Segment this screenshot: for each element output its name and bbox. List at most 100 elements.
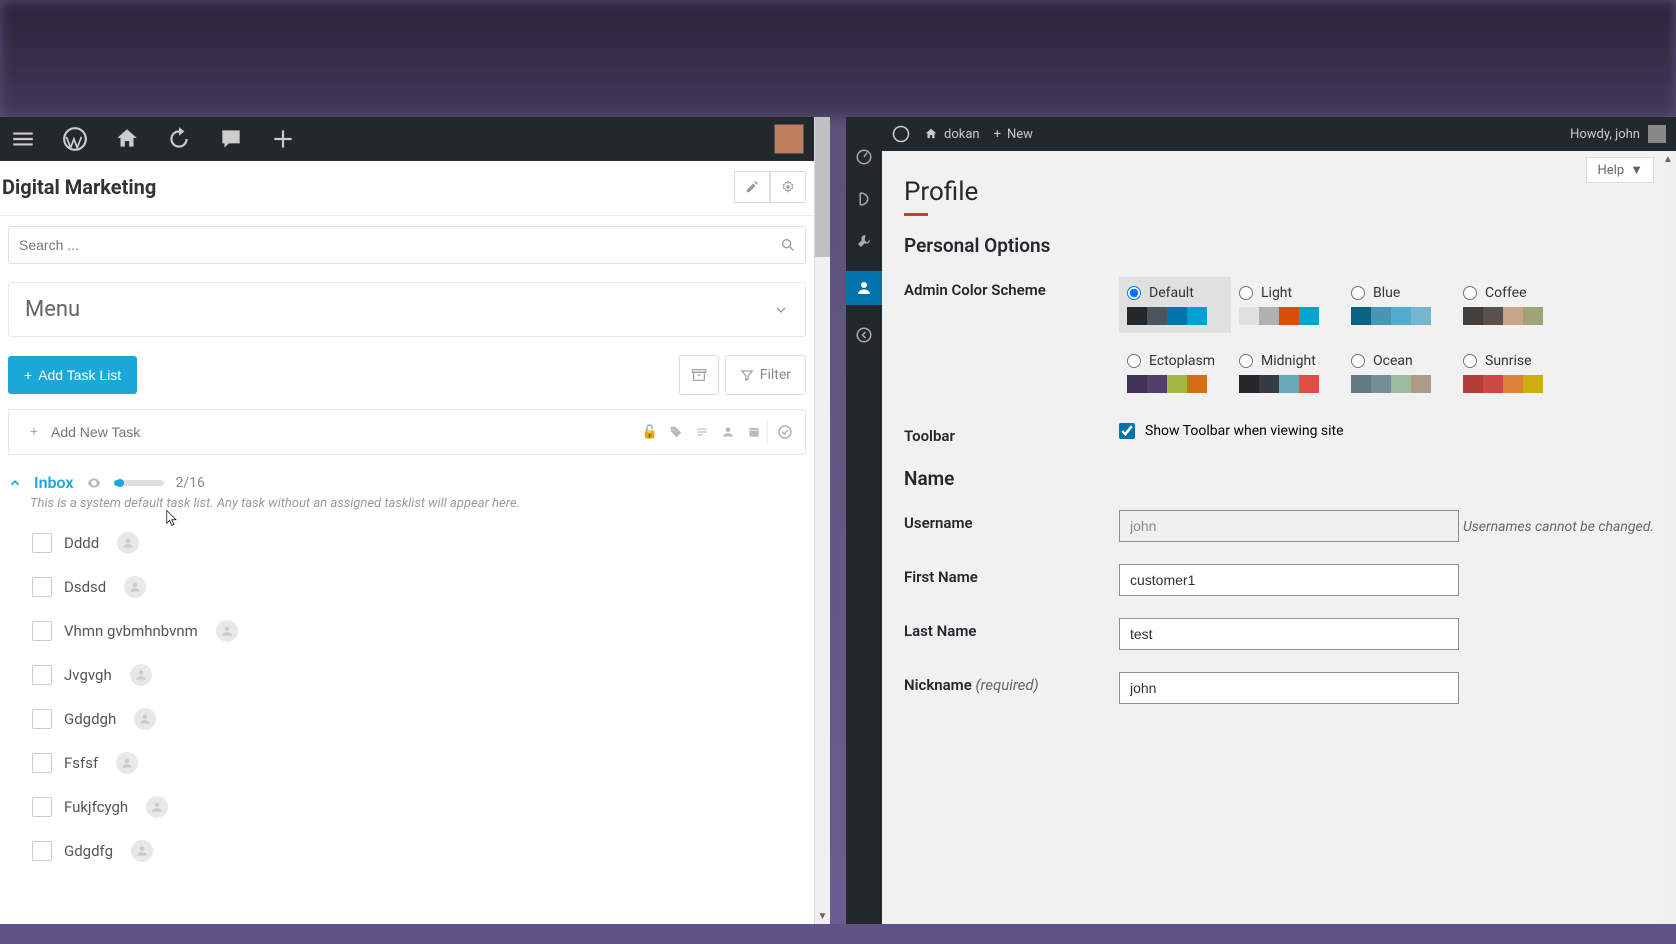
task-avatar-placeholder[interactable] [216,620,238,642]
scrollbar-left[interactable]: ▼ [814,117,830,924]
task-checkbox[interactable] [32,577,52,597]
plus-icon[interactable] [268,124,298,154]
color-scheme-option[interactable]: Coffee [1455,277,1567,333]
collapse-icon[interactable] [852,323,876,347]
task-list: Dddd Dsdsd Vhmn gvbmhnbvnm Jvgvgh Gdgdgh… [30,521,806,873]
task-checkbox[interactable] [32,621,52,641]
task-checkbox[interactable] [32,841,52,861]
text-icon[interactable] [689,419,715,445]
task-checkbox[interactable] [32,753,52,773]
task-checkbox[interactable] [32,533,52,553]
color-scheme-radio[interactable] [1239,286,1253,300]
profile-icon[interactable] [846,271,882,305]
color-scheme-radio[interactable] [1463,354,1477,368]
scrollbar-thumb[interactable] [815,117,830,257]
task-avatar-placeholder[interactable] [124,576,146,598]
first-name-input[interactable] [1119,564,1459,596]
tools-icon[interactable] [852,229,876,253]
label-username: Username [904,510,1119,532]
task-row[interactable]: Dsdsd [30,565,806,609]
home-icon[interactable] [112,124,142,154]
color-scheme-option[interactable]: Midnight [1231,345,1343,401]
menu-icon[interactable] [8,124,38,154]
color-scheme-option[interactable]: Default [1119,277,1231,333]
task-avatar-placeholder[interactable] [131,840,153,862]
comment-icon[interactable] [216,124,246,154]
color-scheme-radio[interactable] [1239,354,1253,368]
site-link[interactable]: dokan [924,127,980,142]
new-task-input[interactable] [47,412,637,452]
task-row[interactable]: Fsfsf [30,741,806,785]
edit-button[interactable] [734,171,770,203]
color-scheme-radio[interactable] [1351,286,1365,300]
task-avatar-placeholder[interactable] [116,752,138,774]
row-toolbar: Toolbar Show Toolbar when viewing site [904,423,1656,445]
task-avatar-placeholder[interactable] [117,532,139,554]
refresh-icon[interactable] [164,124,194,154]
color-scheme-option[interactable]: Ocean [1343,345,1455,401]
task-avatar-placeholder[interactable] [134,708,156,730]
last-name-input[interactable] [1119,618,1459,650]
eye-icon[interactable] [86,475,102,491]
color-scheme-option[interactable]: Ectoplasm [1119,345,1231,401]
help-tab[interactable]: Help ▼ [1586,157,1654,183]
color-scheme-option[interactable]: Light [1231,277,1343,333]
menu-dropdown[interactable]: Menu [8,282,806,337]
inbox-description: This is a system default task list. Any … [30,496,806,511]
dokan-icon[interactable] [852,187,876,211]
project-title: Digital Marketing [0,175,734,199]
filter-label: Filter [760,367,791,383]
wordpress-icon[interactable] [60,124,90,154]
color-scheme-radio[interactable] [1351,354,1365,368]
task-avatar-placeholder[interactable] [130,664,152,686]
color-swatch [1351,375,1431,393]
scrollbar-right[interactable]: ▲ [1660,151,1676,924]
greeting[interactable]: Howdy, john [1570,125,1666,143]
submit-task-icon[interactable] [767,419,801,445]
lock-icon[interactable]: 🔓 [637,419,663,445]
label-nickname: Nickname (required) [904,672,1119,694]
task-checkbox[interactable] [32,665,52,685]
toolbar-checkbox[interactable] [1119,423,1135,439]
wordpress-logo-icon[interactable] [892,125,910,143]
chevron-up-icon[interactable] [8,476,22,490]
color-swatch [1127,307,1207,325]
assignee-icon[interactable] [715,419,741,445]
add-task-list-button[interactable]: + Add Task List [8,356,137,394]
user-avatar[interactable] [774,124,804,154]
nickname-input[interactable] [1119,672,1459,704]
filter-button[interactable]: Filter [725,355,806,395]
settings-button[interactable] [770,171,806,203]
archive-button[interactable] [679,355,719,395]
new-link[interactable]: + New [994,127,1033,142]
wp-admin-bar-left [0,117,830,161]
search-input[interactable] [8,226,806,264]
task-row[interactable]: Vhmn gvbmhnbvnm [30,609,806,653]
task-row[interactable]: Gdgdgh [30,697,806,741]
task-checkbox[interactable] [32,709,52,729]
toolbar: + Add Task List Filter [8,355,806,395]
color-swatch [1239,375,1319,393]
task-row[interactable]: Jvgvgh [30,653,806,697]
task-name: Dsdsd [64,578,106,596]
task-checkbox[interactable] [32,797,52,817]
date-icon[interactable] [741,419,767,445]
dashboard-icon[interactable] [852,145,876,169]
color-swatch [1463,307,1543,325]
task-row[interactable]: Dddd [30,521,806,565]
row-last-name: Last Name [904,618,1656,650]
color-scheme-radio[interactable] [1127,354,1141,368]
search-icon[interactable] [780,237,796,253]
scroll-up-icon[interactable]: ▲ [1660,151,1676,167]
scroll-down-icon[interactable]: ▼ [815,908,830,924]
site-name: dokan [944,127,980,142]
color-scheme-radio[interactable] [1463,286,1477,300]
color-scheme-radio[interactable] [1127,286,1141,300]
color-scheme-option[interactable]: Sunrise [1455,345,1567,401]
task-row[interactable]: Fukjfcygh [30,785,806,829]
tag-icon[interactable] [663,419,689,445]
color-scheme-option[interactable]: Blue [1343,277,1455,333]
task-row[interactable]: Gdgdfg [30,829,806,873]
inbox-title[interactable]: Inbox [34,473,74,492]
task-avatar-placeholder[interactable] [146,796,168,818]
